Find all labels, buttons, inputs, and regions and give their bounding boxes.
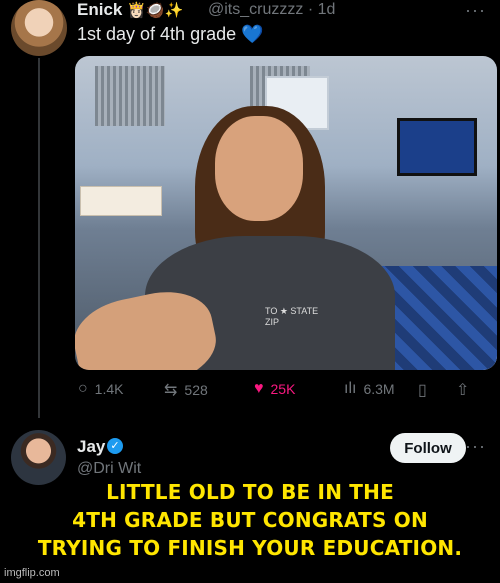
classroom-window	[95, 66, 165, 126]
views-button[interactable]: ılı 6.3M	[344, 380, 395, 398]
student-desk	[80, 186, 162, 216]
reply-button[interactable]: ○ 1.4K	[78, 380, 123, 398]
reply-author-handle[interactable]: @Dri Wit	[77, 460, 141, 478]
bar-chart-icon: ılı	[344, 380, 357, 397]
repost-count: 528	[184, 382, 208, 398]
author-avatar[interactable]	[11, 0, 67, 56]
author-handle[interactable]: @its_cruzzzz	[208, 1, 303, 18]
verified-badge-icon: ✓	[107, 438, 123, 454]
follow-button[interactable]: Follow	[390, 433, 466, 463]
share-icon: ⇧	[456, 382, 470, 399]
repost-button[interactable]: ⇆ 528	[164, 380, 208, 400]
post-meta: @its_cruzzzz · 1d	[208, 1, 335, 19]
person-face	[215, 116, 303, 221]
like-button[interactable]: ♥ 25K	[254, 380, 295, 398]
post-more-menu[interactable]: ···	[465, 0, 486, 21]
meme-caption: LITTLE OLD TO BE IN THE 4TH GRADE BUT CO…	[37, 480, 463, 560]
shirt-print: TO ★ STATE ZIP	[265, 306, 319, 327]
share-button[interactable]: ⇧	[456, 380, 469, 400]
post-action-bar: ○ 1.4K ⇆ 528 ♥ 25K ılı 6.3M ▯ ⇧	[78, 380, 478, 402]
watermark: imgflip.com	[4, 567, 60, 579]
reply-author-avatar[interactable]	[11, 430, 66, 485]
views-count: 6.3M	[363, 381, 395, 397]
author-display-name[interactable]: Enick	[77, 0, 122, 19]
post-image[interactable]: TO ★ STATE ZIP	[75, 56, 497, 370]
reply-author-name[interactable]: Jay	[77, 437, 105, 457]
bookmark-icon: ▯	[418, 382, 427, 399]
repost-icon: ⇆	[164, 382, 178, 399]
classroom-tv	[397, 118, 477, 176]
author-name[interactable]: Enick 👸🏻🥥✨	[77, 0, 183, 20]
bookmark-button[interactable]: ▯	[418, 380, 427, 400]
post-timestamp[interactable]: 1d	[318, 1, 336, 18]
reply-count: 1.4K	[94, 381, 124, 397]
thread-connector-line	[38, 58, 40, 418]
reply-more-menu[interactable]: ···	[465, 436, 486, 457]
post-text: 1st day of 4th grade 💙	[77, 24, 264, 44]
meta-separator: ·	[307, 1, 314, 18]
speech-bubble-icon: ○	[78, 380, 88, 397]
author-emojis: 👸🏻🥥✨	[127, 2, 184, 19]
like-count: 25K	[270, 381, 296, 397]
heart-icon: ♥	[254, 380, 264, 397]
